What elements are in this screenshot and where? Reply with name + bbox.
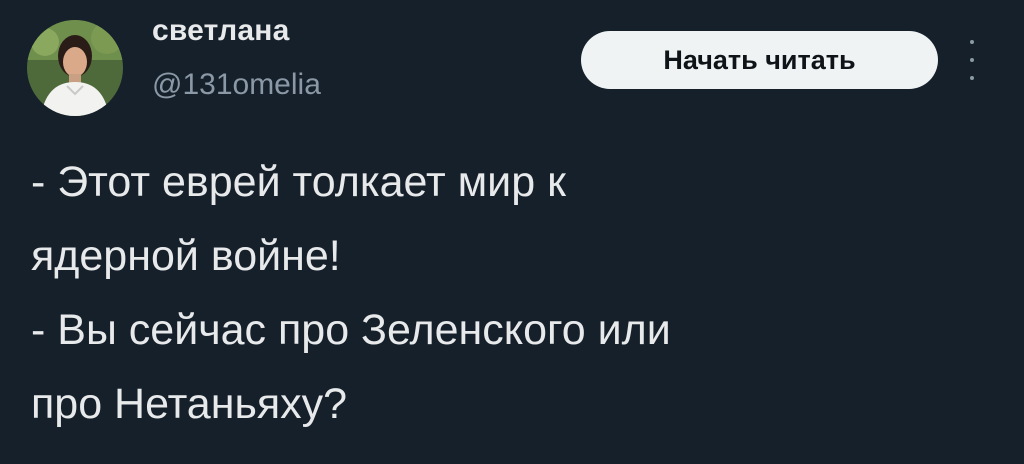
tweet-text-line: ядерной войне!: [31, 232, 341, 280]
tweet-text-line: - Этот еврей толкает мир к: [31, 158, 566, 206]
tweet-card: светлана @131omelia Начать читать - Этот…: [0, 0, 1024, 464]
user-photo-avatar-icon: [27, 20, 123, 116]
tweet-text-line: - Вы сейчас про Зеленского или: [31, 306, 671, 354]
author-handle[interactable]: @131omelia: [152, 68, 321, 102]
more-vertical-icon[interactable]: [962, 40, 982, 80]
tweet-text-line: про Нетаньяху?: [31, 380, 348, 428]
author-display-name[interactable]: светлана: [152, 14, 289, 48]
tweet-text: - Этот еврей толкает мир к ядерной войне…: [31, 145, 991, 441]
avatar[interactable]: [27, 20, 123, 116]
more-dot: [970, 40, 974, 44]
more-dot: [970, 76, 974, 80]
start-reading-button[interactable]: Начать читать: [581, 31, 938, 89]
more-dot: [970, 58, 974, 62]
